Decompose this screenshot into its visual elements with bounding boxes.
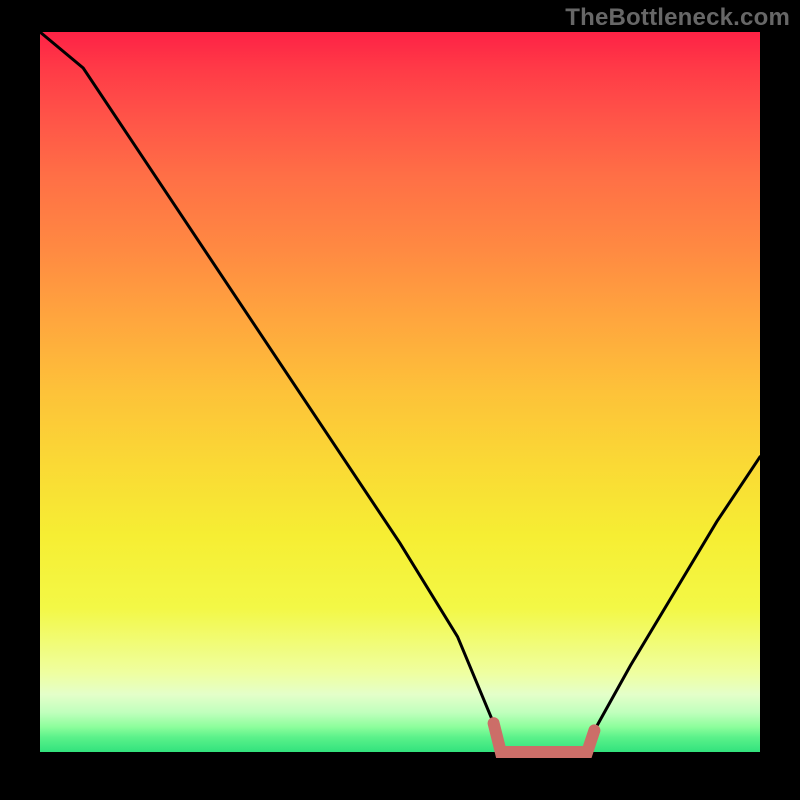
watermark-text: TheBottleneck.com [565, 4, 790, 32]
optimal-range-highlight [494, 723, 595, 752]
chart-container: TheBottleneck.com [0, 0, 800, 800]
bottleneck-curve [40, 32, 760, 752]
curve-layer [40, 32, 760, 752]
